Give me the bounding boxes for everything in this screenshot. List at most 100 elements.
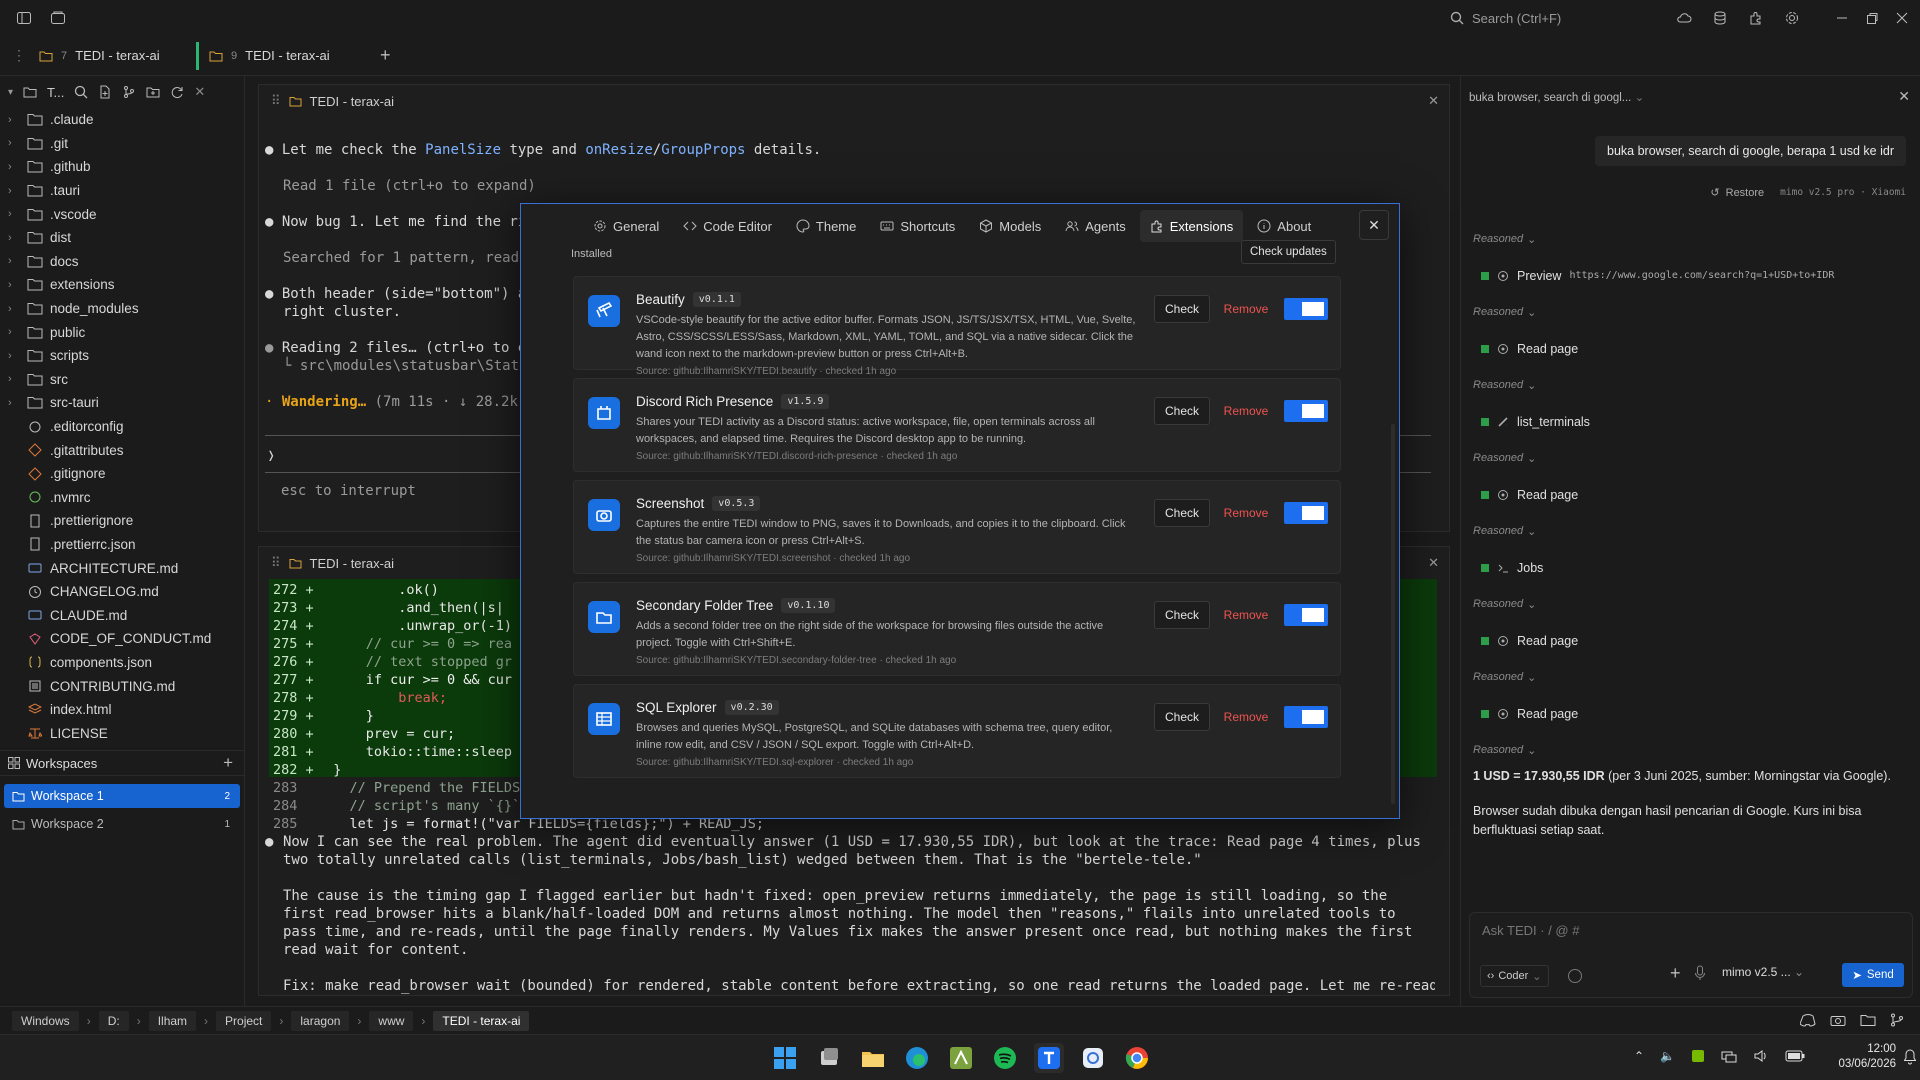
tree-folder[interactable]: › .git	[0, 132, 244, 156]
notification-bell-icon[interactable]	[1904, 1049, 1916, 1065]
tool-call[interactable]: Read page	[1473, 325, 1903, 372]
battery-icon[interactable]	[1785, 1050, 1805, 1062]
close-icon[interactable]: ✕	[1428, 555, 1439, 571]
reasoned-toggle[interactable]: Reasoned ⌄	[1473, 518, 1903, 544]
tree-file[interactable]: components.json	[0, 651, 244, 675]
camera-icon[interactable]	[1830, 1013, 1846, 1027]
check-button[interactable]: Check	[1154, 703, 1210, 731]
tool-call[interactable]: Read page	[1473, 690, 1903, 737]
tool-call[interactable]: Preview https://www.google.com/search?q=1…	[1473, 252, 1903, 299]
app-icon[interactable]	[1078, 1043, 1108, 1073]
check-button[interactable]: Check	[1154, 601, 1210, 629]
tree-file[interactable]: .prettierrc.json	[0, 533, 244, 557]
reasoned-toggle[interactable]: Reasoned ⌄	[1473, 299, 1903, 325]
breadcrumb-item[interactable]: D:	[98, 1010, 129, 1031]
tool-call[interactable]: Jobs	[1473, 544, 1903, 591]
enable-toggle[interactable]	[1284, 706, 1328, 728]
tool-call[interactable]: Read page	[1473, 617, 1903, 664]
reasoned-toggle[interactable]: Reasoned ⌄	[1473, 445, 1903, 471]
remove-button[interactable]: Remove	[1220, 295, 1272, 323]
add-workspace-button[interactable]: +	[223, 753, 233, 773]
spotify-icon[interactable]	[990, 1043, 1020, 1073]
cloud-icon[interactable]	[1676, 10, 1692, 26]
tree-folder[interactable]: › scripts	[0, 344, 244, 368]
tab-models[interactable]: Models	[969, 210, 1051, 242]
chevron-down-icon[interactable]: ▾	[8, 87, 13, 98]
breadcrumb-item[interactable]: Ilham	[148, 1010, 197, 1031]
check-updates-button[interactable]: Check updates	[1241, 240, 1336, 264]
mode-selector[interactable]: ‹› Coder ⌄	[1480, 965, 1549, 987]
workspace-item-1[interactable]: Workspace 1 2	[4, 784, 240, 808]
remove-button[interactable]: Remove	[1220, 397, 1272, 425]
breadcrumb-item[interactable]: Windows	[12, 1010, 79, 1031]
remove-button[interactable]: Remove	[1220, 703, 1272, 731]
root-folder-label[interactable]: T...	[47, 85, 64, 100]
tree-file[interactable]: ARCHITECTURE.md	[0, 556, 244, 580]
workspace-item-2[interactable]: Workspace 2 1	[4, 812, 240, 836]
tree-file[interactable]: .nvmrc	[0, 486, 244, 510]
tab-about[interactable]: About	[1247, 210, 1321, 242]
gear-icon[interactable]	[1784, 10, 1800, 26]
window-tab-1[interactable]: 7 TEDI - terax-ai	[26, 42, 196, 70]
tab-general[interactable]: General	[583, 210, 669, 242]
tool-call[interactable]: Read page	[1473, 471, 1903, 518]
remove-button[interactable]: Remove	[1220, 499, 1272, 527]
discord-icon[interactable]	[1800, 1013, 1816, 1027]
task-view-icon[interactable]	[814, 1043, 844, 1073]
tree-file[interactable]: .editorconfig	[0, 415, 244, 439]
check-button[interactable]: Check	[1154, 499, 1210, 527]
tab-shortcuts[interactable]: Shortcuts	[870, 210, 965, 242]
tree-folder[interactable]: › public	[0, 320, 244, 344]
drag-handle-icon[interactable]: ⠿	[271, 555, 281, 571]
file-explorer-icon[interactable]	[858, 1043, 888, 1073]
check-button[interactable]: Check	[1154, 397, 1210, 425]
speaker-icon[interactable]	[1753, 1049, 1769, 1063]
new-file-icon[interactable]	[98, 85, 112, 99]
edge-icon[interactable]	[902, 1043, 932, 1073]
breadcrumb-item[interactable]: laragon	[291, 1010, 350, 1031]
mic-icon[interactable]	[1694, 965, 1706, 981]
tree-folder[interactable]: › .vscode	[0, 202, 244, 226]
folder-icon[interactable]	[1860, 1013, 1876, 1027]
tree-file[interactable]: index.html	[0, 698, 244, 722]
reasoned-toggle[interactable]: Reasoned ⌄	[1473, 372, 1903, 398]
tab-theme[interactable]: Theme	[786, 210, 866, 242]
tree-file[interactable]: .prettierignore	[0, 509, 244, 533]
enable-toggle[interactable]	[1284, 502, 1328, 524]
tree-folder[interactable]: › node_modules	[0, 297, 244, 321]
restore-icon[interactable]: ↺	[1710, 186, 1719, 199]
tree-file[interactable]: .gitignore	[0, 462, 244, 486]
check-button[interactable]: Check	[1154, 295, 1210, 323]
close-icon[interactable]: ✕	[1428, 93, 1439, 109]
tab-code-editor[interactable]: Code Editor	[673, 210, 782, 242]
reasoned-toggle[interactable]: Reasoned ⌄	[1473, 226, 1903, 252]
network-icon[interactable]	[1721, 1049, 1737, 1063]
close-icon[interactable]: ✕	[1898, 88, 1910, 105]
tree-folder[interactable]: › .github	[0, 155, 244, 179]
window-tab-2[interactable]: 9 TEDI - terax-ai	[196, 41, 366, 70]
tree-file[interactable]: .gitattributes	[0, 438, 244, 462]
session-selector[interactable]: buka browser, search di googl... ⌄	[1469, 90, 1644, 104]
app-tray-icon[interactable]	[1691, 1049, 1705, 1063]
tool-call[interactable]: list_terminals	[1473, 398, 1903, 445]
tedi-app-icon[interactable]	[1034, 1043, 1064, 1073]
tree-file[interactable]: LICENSE	[0, 721, 244, 745]
breadcrumb-item[interactable]: TEDI - terax-ai	[433, 1010, 530, 1031]
prompt-caret[interactable]: ❭	[267, 447, 275, 465]
close-modal-button[interactable]: ✕	[1359, 210, 1389, 240]
tree-folder[interactable]: › src	[0, 368, 244, 392]
tree-file[interactable]: CHANGELOG.md	[0, 580, 244, 604]
reasoned-toggle[interactable]: Reasoned ⌄	[1473, 737, 1903, 763]
restore-window-icon[interactable]	[1864, 10, 1880, 26]
chrome-icon[interactable]	[1122, 1043, 1152, 1073]
tab-extensions[interactable]: Extensions	[1139, 210, 1244, 242]
restore-button[interactable]: Restore	[1726, 187, 1765, 199]
tree-file[interactable]: CONTRIBUTING.md	[0, 674, 244, 698]
puzzle-icon[interactable]	[1748, 10, 1764, 26]
sidebar-toggle-icon[interactable]	[16, 10, 32, 26]
chevron-up-icon[interactable]: ⌃	[1634, 1049, 1644, 1063]
attach-icon[interactable]: +	[1670, 963, 1681, 984]
layout-icon[interactable]	[50, 10, 66, 26]
enable-toggle[interactable]	[1284, 298, 1328, 320]
chat-input[interactable]: Ask TEDI · / @ #	[1482, 923, 1579, 938]
